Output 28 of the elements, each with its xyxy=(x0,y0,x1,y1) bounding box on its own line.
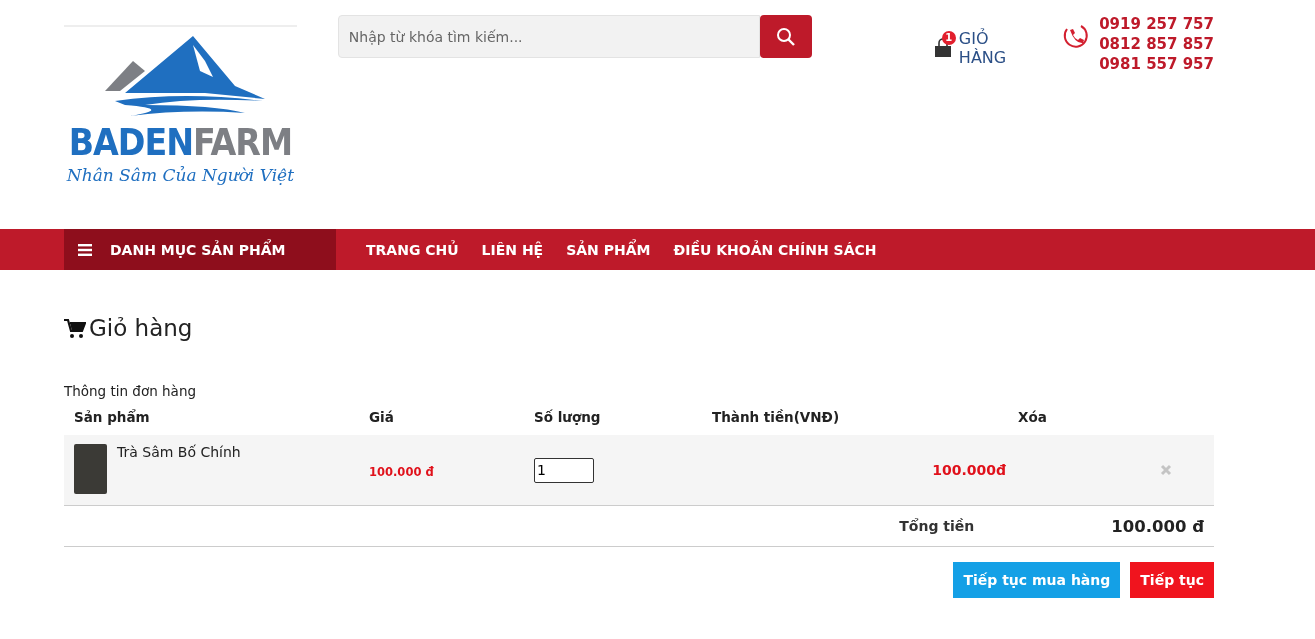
phone-number[interactable]: 0919 257 757 xyxy=(1099,14,1214,34)
column-header: Xóa xyxy=(1017,408,1048,427)
subtotal: 100.000đ xyxy=(931,462,1007,478)
page-title: Giỏ hàng xyxy=(89,315,193,341)
nav-link[interactable]: TRANG CHỦ xyxy=(366,241,459,258)
logo[interactable]: BADENFARM Nhân Sâm Của Người Việt xyxy=(64,25,297,197)
column-header: Giá xyxy=(369,408,395,427)
phone-number[interactable]: 0981 557 957 xyxy=(1099,54,1214,74)
cart-count-badge: 1 xyxy=(941,31,956,45)
column-header: Thành tiền(VNĐ) xyxy=(712,408,841,427)
total-label: Tổng tiền xyxy=(899,518,975,534)
phone-number[interactable]: 0812 857 857 xyxy=(1099,34,1214,54)
search-field[interactable]: Nhập từ khóa tìm kiếm... xyxy=(337,15,760,58)
category-menu[interactable]: DANH MỤC SẢN PHẨM xyxy=(64,229,336,270)
section-label: Thông tin đơn hàng xyxy=(64,383,197,399)
slogan: Nhân Sâm Của Người Việt xyxy=(66,165,294,185)
nav-link[interactable]: ĐIỀU KHOẢN CHÍNH SÁCH xyxy=(673,241,877,258)
checkout-button[interactable]: Tiếp tục xyxy=(1130,562,1214,598)
product-price: 100.000 đ xyxy=(369,464,434,479)
nav-link[interactable]: SẢN PHẨM xyxy=(566,241,651,258)
column-header: Sản phẩm xyxy=(73,408,151,427)
nav-link[interactable]: LIÊN HỆ xyxy=(481,241,544,258)
brand-name: BADENFARM xyxy=(68,123,293,163)
column-header: Số lượng xyxy=(534,408,602,427)
cart-link[interactable]: GIỎ HÀNG xyxy=(958,29,1034,67)
product-name[interactable]: Trà Sâm Bố Chính xyxy=(117,444,241,460)
total-value: 100.000 đ xyxy=(1111,516,1204,536)
quantity-field[interactable]: 1 xyxy=(534,457,594,483)
